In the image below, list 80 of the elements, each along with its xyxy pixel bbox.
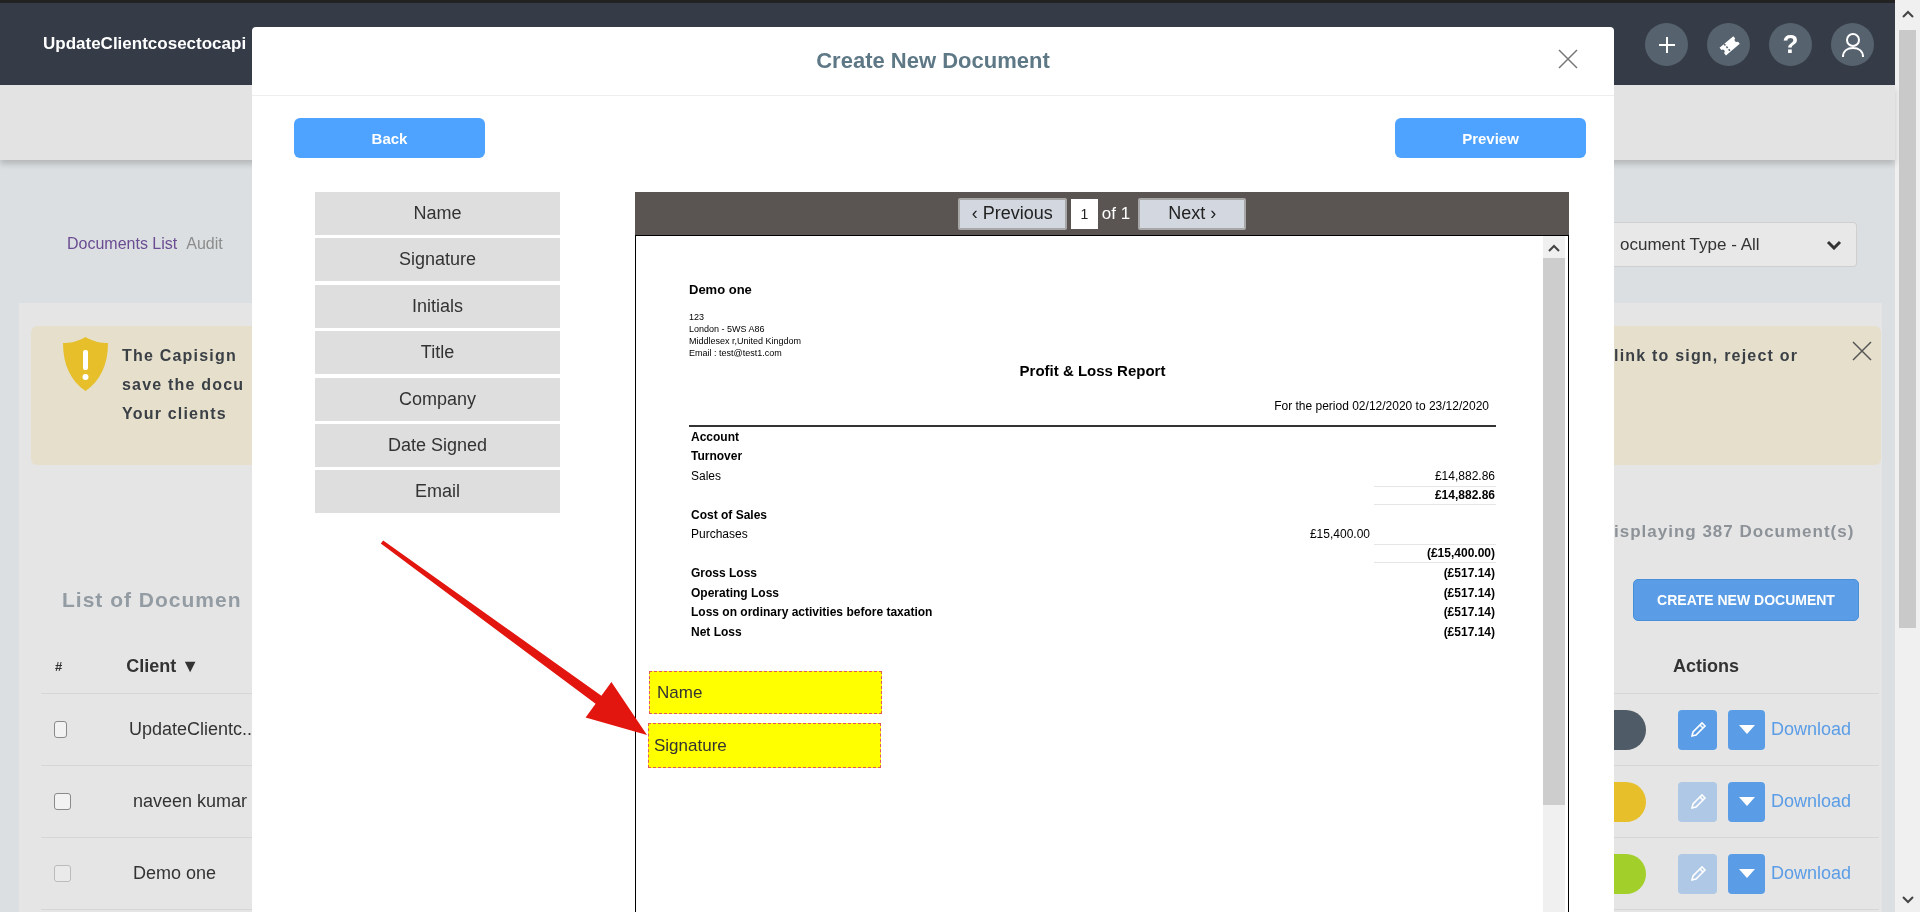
help-button[interactable]: ? bbox=[1769, 23, 1812, 66]
address-line: Middlesex r,United Kingdom bbox=[689, 335, 803, 347]
document-scrollbar[interactable] bbox=[1543, 236, 1565, 912]
address-line: Email : test@test1.com bbox=[689, 347, 783, 359]
tab[interactable]: Documents List bbox=[67, 233, 178, 303]
checkbox[interactable] bbox=[54, 793, 71, 810]
edit-button[interactable] bbox=[1678, 709, 1717, 750]
field-item[interactable]: Company bbox=[315, 377, 560, 421]
address-line: 123 bbox=[689, 311, 706, 323]
pencil-icon bbox=[1688, 864, 1707, 883]
caret-down-icon bbox=[1738, 797, 1755, 806]
report-period: For the period 02/12/2020 to 23/12/2020 bbox=[1273, 398, 1490, 414]
page-scrollbar[interactable] bbox=[1895, 0, 1920, 912]
page-count: of 1 bbox=[1101, 203, 1131, 224]
amount: (£517.14) bbox=[1442, 566, 1496, 581]
scroll-down-icon[interactable] bbox=[1901, 896, 1914, 904]
next-button[interactable]: Next › bbox=[1138, 197, 1247, 230]
field-item[interactable]: Date Signed bbox=[315, 423, 560, 467]
dialog-title: Create New Document bbox=[816, 48, 1050, 74]
caret-down-icon bbox=[1738, 725, 1755, 734]
amount: (£517.14) bbox=[1442, 585, 1496, 600]
app-title: UpdateClientcosectocapi bbox=[42, 33, 248, 55]
section-title: List of Documen bbox=[61, 587, 243, 613]
user-icon bbox=[1840, 31, 1865, 58]
amount: (£15,400.00) bbox=[1374, 544, 1496, 564]
user-button[interactable] bbox=[1831, 23, 1874, 66]
amount: £14,882.86 bbox=[1433, 468, 1496, 483]
address-line: London - 5WS A86 bbox=[689, 323, 766, 335]
column-header[interactable]: Client ▼ bbox=[126, 656, 200, 677]
account-label: Sales bbox=[690, 468, 723, 483]
amount: (£517.14) bbox=[1442, 605, 1496, 620]
ticket-button[interactable] bbox=[1707, 23, 1750, 66]
checkbox[interactable] bbox=[54, 721, 67, 738]
notice-text: link to sign, reject or bbox=[1614, 346, 1799, 366]
amount: (£517.14) bbox=[1442, 624, 1496, 639]
account-label: Account bbox=[690, 429, 740, 444]
plus-icon bbox=[1656, 34, 1677, 55]
client-name: naveen kumar bbox=[133, 791, 248, 812]
account-label: Gross Loss bbox=[690, 566, 759, 581]
account-label: Loss on ordinary activities before taxation bbox=[690, 605, 934, 620]
add-button[interactable] bbox=[1645, 23, 1688, 66]
column-header: # bbox=[55, 659, 63, 674]
field-item[interactable]: Signature bbox=[315, 238, 560, 282]
dropdown-button[interactable] bbox=[1728, 709, 1765, 750]
report-title: Profit & Loss Report bbox=[1018, 361, 1167, 381]
pencil-icon bbox=[1688, 792, 1707, 811]
placed-field[interactable]: Signature bbox=[648, 723, 881, 768]
notice-text: save the docu bbox=[122, 375, 245, 395]
client-name: Demo one bbox=[133, 863, 217, 884]
pencil-icon bbox=[1688, 720, 1707, 739]
field-item[interactable]: Title bbox=[315, 331, 560, 375]
field-item[interactable]: Initials bbox=[315, 284, 560, 328]
close-icon[interactable] bbox=[1558, 49, 1578, 69]
scroll-up-icon[interactable] bbox=[1548, 244, 1560, 252]
dropdown-button[interactable] bbox=[1728, 853, 1765, 894]
chevron-down-icon bbox=[1826, 239, 1842, 250]
account-label: Cost of Sales bbox=[690, 507, 769, 522]
page-field[interactable]: 1 bbox=[1070, 198, 1098, 229]
document-type-dropdown[interactable]: ocument Type - All bbox=[1614, 222, 1857, 267]
account-label: Operating Loss bbox=[690, 585, 780, 600]
document-count: isplaying 387 Document(s) bbox=[1614, 521, 1856, 543]
company-name: Demo one bbox=[689, 282, 753, 298]
placed-field[interactable]: Name bbox=[649, 671, 882, 714]
caret-down-icon bbox=[1738, 869, 1755, 878]
previous-button[interactable]: ‹ Previous bbox=[957, 197, 1067, 230]
account-label: Purchases bbox=[690, 527, 749, 542]
account-label: Net Loss bbox=[690, 624, 743, 639]
close-icon[interactable] bbox=[1852, 341, 1872, 361]
field-item[interactable]: Name bbox=[315, 192, 560, 235]
account-label: Turnover bbox=[690, 449, 744, 464]
scroll-up-icon[interactable] bbox=[1901, 10, 1914, 18]
field-item[interactable]: Email bbox=[315, 470, 560, 514]
amount: £14,882.86 bbox=[1374, 485, 1496, 505]
column-header: Actions bbox=[1673, 656, 1739, 676]
notice-text: Your clients bbox=[122, 404, 228, 424]
dropdown-button[interactable] bbox=[1728, 781, 1765, 822]
shield-icon bbox=[62, 336, 109, 392]
notice-text: The Capisign bbox=[122, 346, 238, 366]
amount: £15,400.00 bbox=[1308, 527, 1370, 542]
client-name: UpdateClientc.. bbox=[128, 719, 252, 740]
